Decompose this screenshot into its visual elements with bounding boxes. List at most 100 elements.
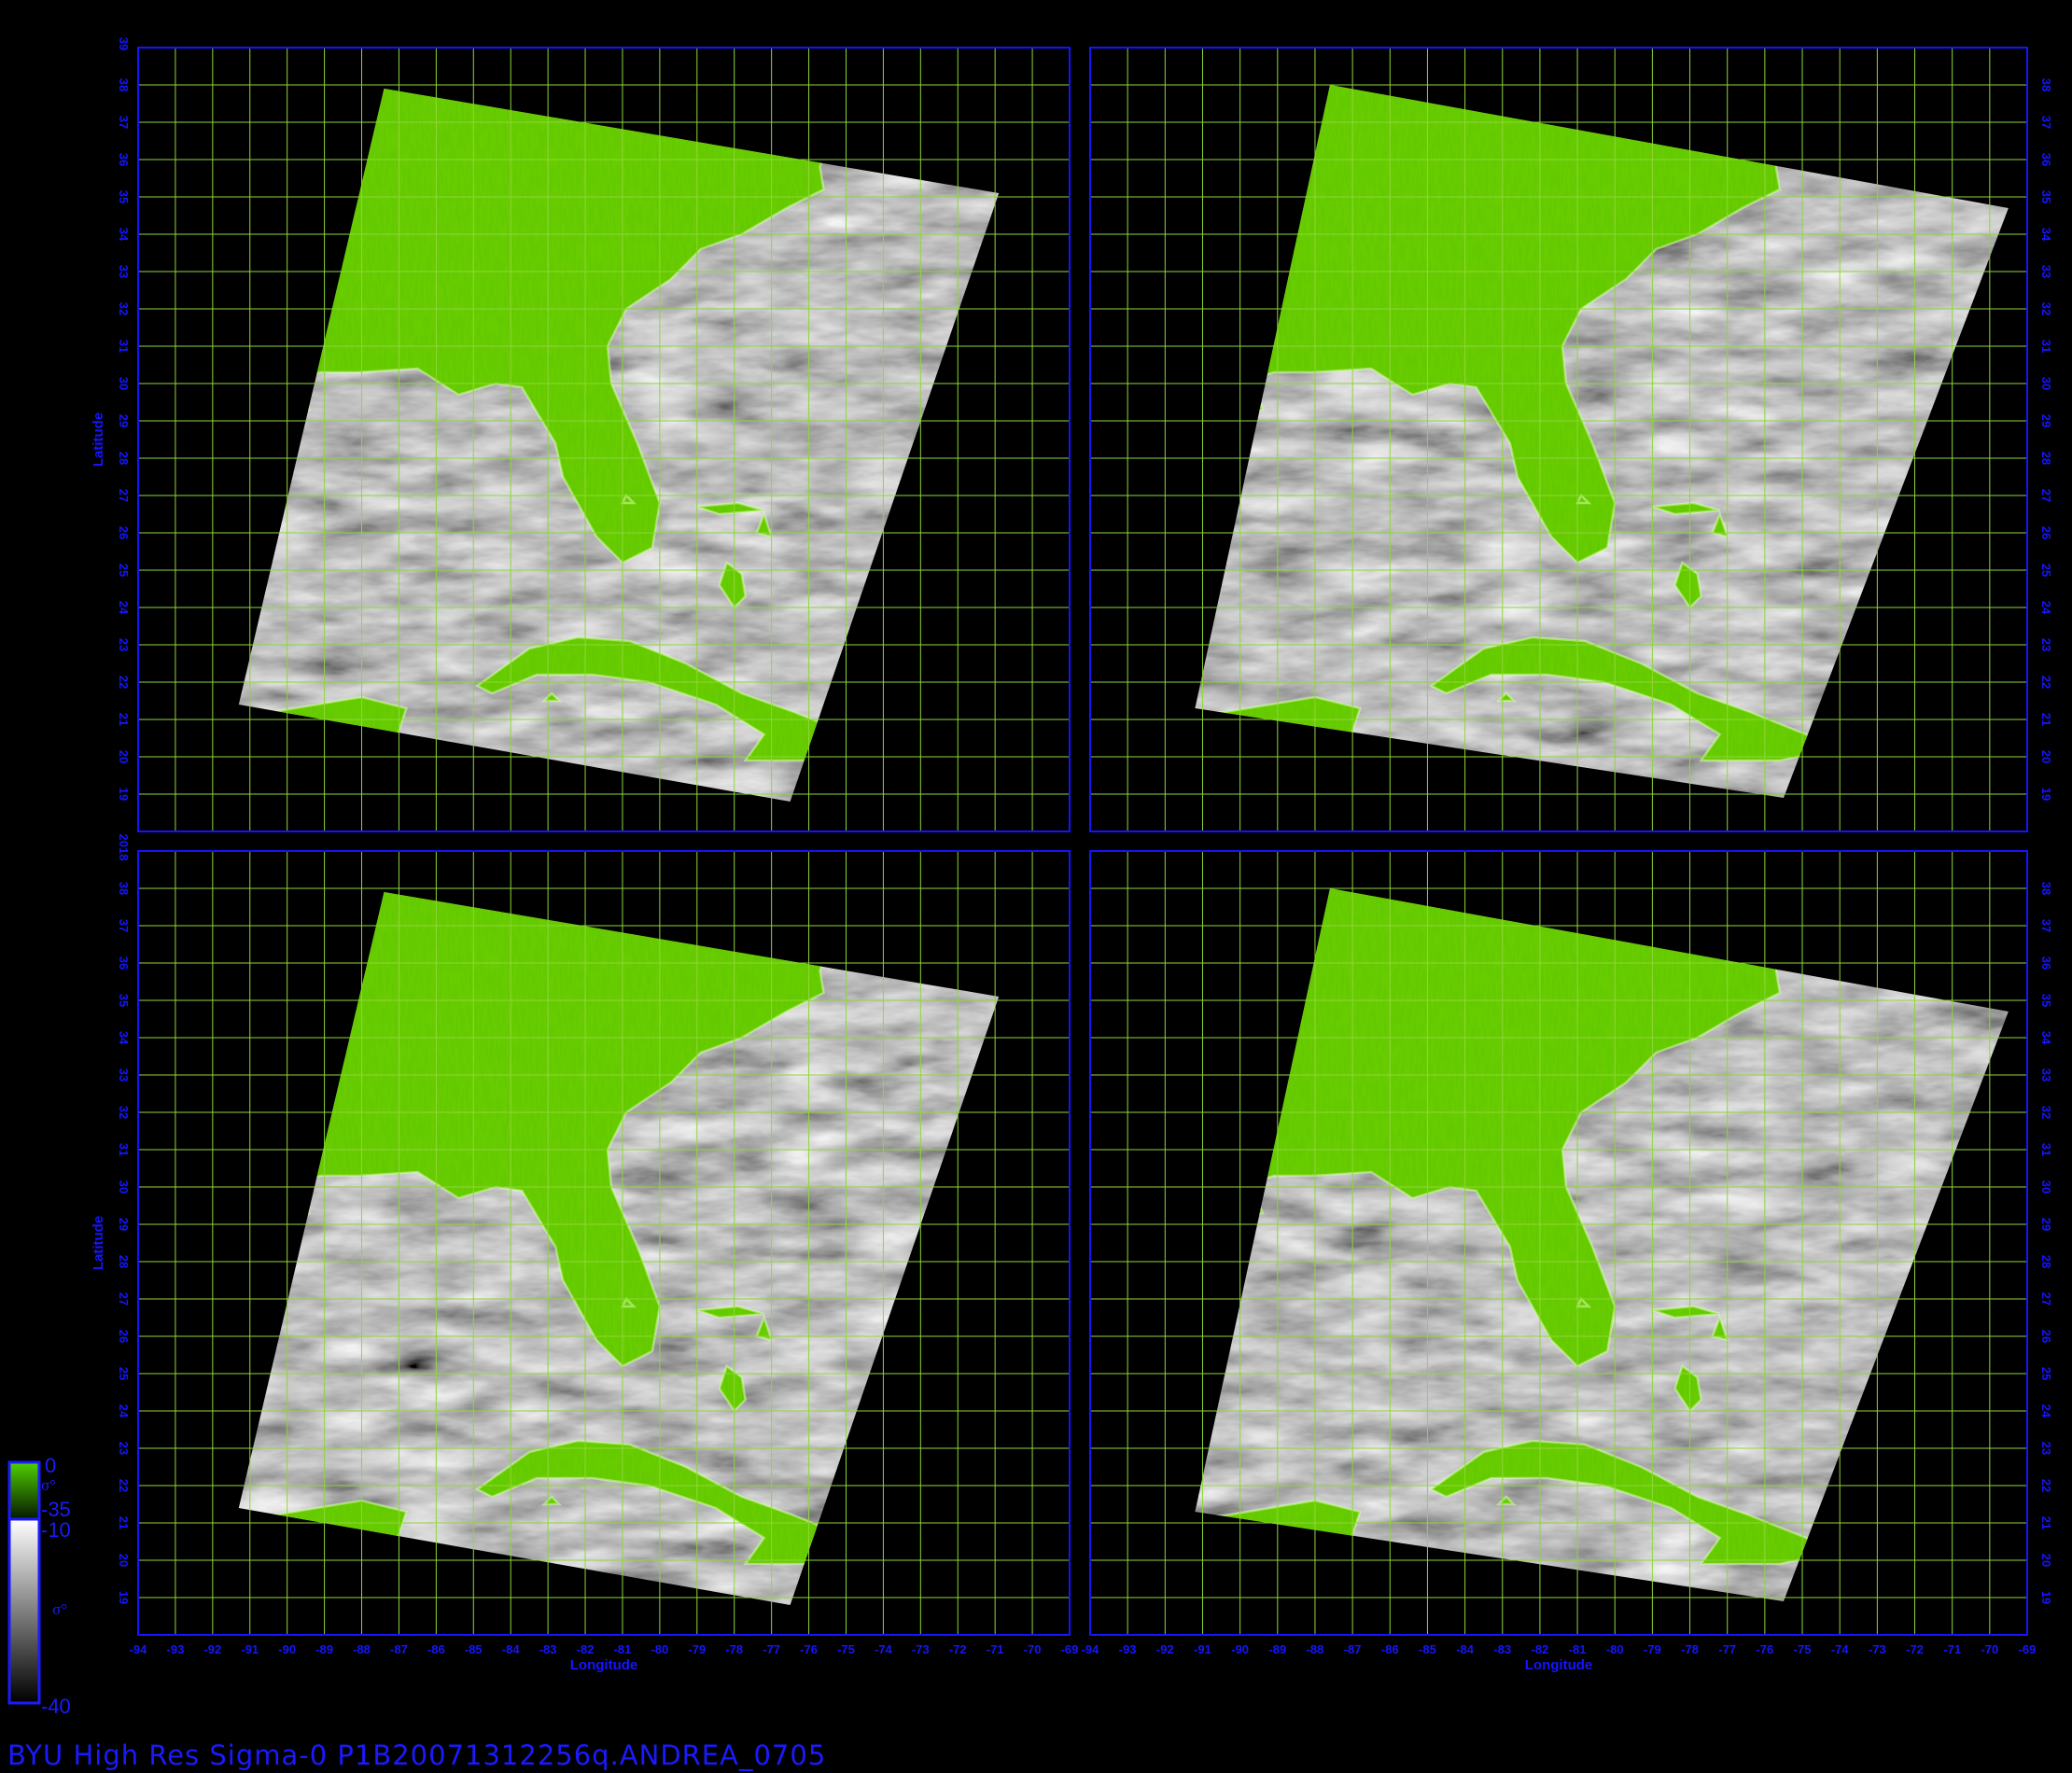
lon-tick-label: -73 xyxy=(912,1642,930,1656)
lat-tick-label: 32 xyxy=(117,302,131,315)
lat-tick-label: 35 xyxy=(117,994,131,1007)
lat-tick-label: 20 xyxy=(2039,750,2053,763)
lon-tick-label: -92 xyxy=(203,1642,221,1656)
lon-tick-label: -72 xyxy=(1906,1642,1924,1656)
lat-tick-label: 25 xyxy=(2039,1367,2053,1380)
lon-tick-label: -92 xyxy=(1156,1642,1174,1656)
land-texture xyxy=(238,697,407,802)
y-axis-title: Latitude xyxy=(91,1216,106,1270)
lon-tick-label: -88 xyxy=(353,1642,371,1656)
lat-tick-label: 34 xyxy=(2039,1031,2053,1045)
lon-tick-label: -73 xyxy=(1869,1642,1886,1656)
lon-tick-label: -72 xyxy=(949,1642,967,1656)
lat-tick-label: 28 xyxy=(117,1255,131,1268)
lon-tick-label: -81 xyxy=(1569,1642,1587,1656)
lat-tick-label: 38 xyxy=(2039,78,2053,91)
lat-tick-label: 37 xyxy=(117,116,131,129)
lat-tick-label: 24 xyxy=(2039,1404,2053,1418)
lat-tick-label: 29 xyxy=(117,1218,131,1231)
map-panel-bottom-left xyxy=(137,850,1071,1636)
lat-tick-label: 28 xyxy=(2039,1255,2053,1268)
lat-tick-label: 23 xyxy=(117,638,131,651)
lat-top-tick-label: 39 xyxy=(117,37,131,50)
colorbar-ocean-swatch xyxy=(7,1517,41,1705)
x-axis-title: Longitude xyxy=(570,1657,637,1673)
lat-tick-label: 26 xyxy=(2039,1330,2053,1343)
swath-footprint xyxy=(238,892,1000,1605)
colorbar-ocean-min: -40 xyxy=(41,1695,71,1718)
lon-tick-label: -89 xyxy=(1268,1642,1286,1656)
lat-tick-label: 38 xyxy=(2039,882,2053,895)
lon-tick-label: -80 xyxy=(651,1642,668,1656)
lat-tick-label: 24 xyxy=(117,601,131,615)
lon-tick-label: -94 xyxy=(130,1642,148,1656)
lon-tick-label: -71 xyxy=(1943,1642,1961,1656)
lat-tick-label: 30 xyxy=(117,1180,131,1194)
lat-tick-label: 24 xyxy=(117,1404,131,1418)
lat-tick-label: 27 xyxy=(117,489,131,502)
lon-tick-label: -81 xyxy=(614,1642,632,1656)
lat-tick-label: 20 xyxy=(117,1554,131,1567)
lon-tick-label: -80 xyxy=(1606,1642,1624,1656)
lon-tick-label: -83 xyxy=(539,1642,557,1656)
lat-tick-label: 30 xyxy=(2039,377,2053,390)
lon-tick-label: -75 xyxy=(837,1642,855,1656)
lon-tick-label: -69 xyxy=(2019,1642,2037,1656)
lon-tick-label: -93 xyxy=(167,1642,185,1656)
lat-tick-label: 25 xyxy=(2039,564,2053,577)
lat-tick-label: 27 xyxy=(2039,1292,2053,1305)
lat-tick-label: 33 xyxy=(2039,1068,2053,1082)
lon-tick-label: -86 xyxy=(1381,1642,1399,1656)
colorbar-land-symbol: σ° xyxy=(41,1476,56,1494)
lat-tick-label: 36 xyxy=(117,153,131,166)
lon-tick-label: -82 xyxy=(577,1642,595,1656)
lat-tick-label: 23 xyxy=(2039,638,2053,651)
lon-tick-label: -69 xyxy=(1061,1642,1079,1656)
lat-tick-label: 33 xyxy=(2039,265,2053,278)
lat-tick-label: 19 xyxy=(2039,1591,2053,1604)
colorbar-ocean-max: -10 xyxy=(41,1518,71,1542)
lon-tick-label: -85 xyxy=(1419,1642,1436,1656)
lon-tick-label: -77 xyxy=(1718,1642,1736,1656)
lat-tick-label: 26 xyxy=(117,1330,131,1343)
lat-tick-label: 29 xyxy=(117,414,131,427)
lat-tick-label: 34 xyxy=(117,228,131,242)
lon-tick-label: -90 xyxy=(278,1642,296,1656)
lon-tick-label: -91 xyxy=(1194,1642,1211,1656)
lat-tick-label: 37 xyxy=(117,919,131,932)
lat-tick-label: 34 xyxy=(117,1031,131,1045)
lon-tick-label: -82 xyxy=(1532,1642,1549,1656)
lon-tick-label: -87 xyxy=(1344,1642,1362,1656)
lon-tick-label: -76 xyxy=(800,1642,818,1656)
lat-tick-label: 31 xyxy=(117,1143,131,1156)
lat-tick-label: 26 xyxy=(117,526,131,539)
lat-tick-label: 31 xyxy=(2039,340,2053,353)
lat-tick-label: 23 xyxy=(2039,1442,2053,1455)
map-panel-top-left xyxy=(137,47,1071,832)
swath-footprint xyxy=(238,89,1000,802)
x-axis-title: Longitude xyxy=(1525,1657,1592,1673)
lon-tick-label: -86 xyxy=(427,1642,445,1656)
lat-tick-label: 37 xyxy=(2039,116,2053,129)
map-panel-top-right xyxy=(1089,47,2028,832)
lon-tick-label: -70 xyxy=(1981,1642,1998,1656)
lat-tick-label: 22 xyxy=(2039,1479,2053,1492)
lat-tick-label: 30 xyxy=(117,377,131,390)
lat-tick-label: 29 xyxy=(2039,1218,2053,1231)
map-panel-bottom-right xyxy=(1089,850,2028,1636)
lat-tick-label: 25 xyxy=(117,1367,131,1380)
lat-tick-label: 27 xyxy=(2039,489,2053,502)
lat-tick-label: 35 xyxy=(2039,994,2053,1007)
lat-tick-label: 22 xyxy=(117,676,131,689)
lon-tick-label: -84 xyxy=(502,1642,521,1656)
lon-tick-label: -76 xyxy=(1756,1642,1773,1656)
lat-tick-label: 21 xyxy=(117,713,131,726)
land-texture xyxy=(1195,1501,1361,1601)
lon-tick-label: -87 xyxy=(390,1642,408,1656)
lat-tick-label: 31 xyxy=(2039,1143,2053,1156)
lon-tick-label: -94 xyxy=(1082,1642,1100,1656)
lat-tick-label: 29 xyxy=(2039,414,2053,427)
figure-title: BYU High Res Sigma-0 P1B20071312256q.AND… xyxy=(7,1739,826,1771)
lat-tick-label: 22 xyxy=(2039,676,2053,689)
lat-tick-label: 31 xyxy=(117,340,131,353)
